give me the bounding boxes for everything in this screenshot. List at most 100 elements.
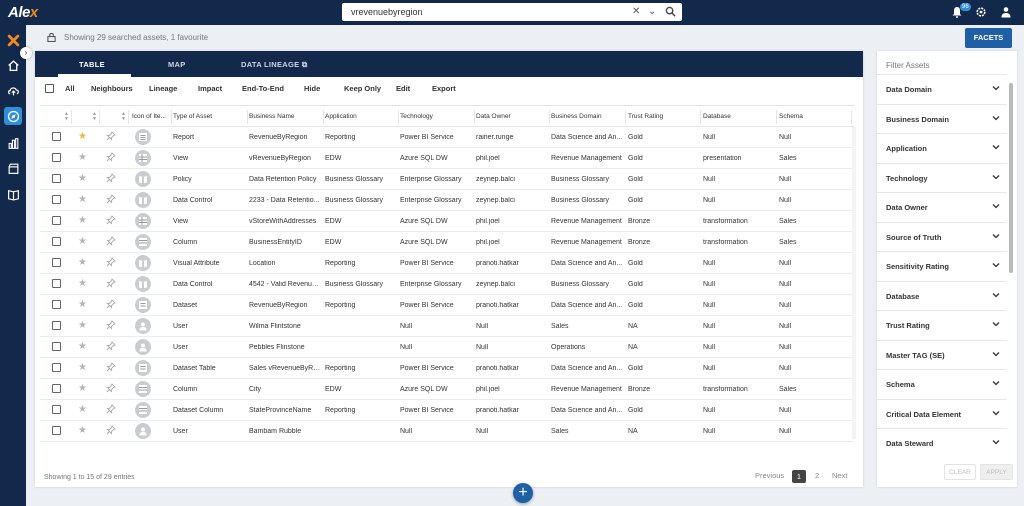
column-header-icon[interactable]: Icon of Ite... bbox=[132, 113, 166, 120]
tab-data-lineage[interactable]: DATA LINEAGE ⧉ bbox=[241, 60, 308, 70]
favourite-star-icon[interactable]: ★ bbox=[78, 256, 87, 269]
pin-icon[interactable] bbox=[106, 425, 116, 435]
tab-table[interactable]: TABLE bbox=[79, 60, 105, 69]
action-end-to-end[interactable]: End-To-End bbox=[242, 84, 284, 93]
column-header-data-owner[interactable]: Data Owner bbox=[476, 113, 511, 120]
chevron-down-icon[interactable] bbox=[992, 350, 1000, 358]
row-checkbox[interactable] bbox=[52, 300, 61, 309]
cell-business-name[interactable]: City bbox=[249, 386, 321, 393]
chevron-down-icon[interactable] bbox=[992, 438, 1000, 446]
filter-item[interactable]: Trust Rating bbox=[877, 310, 1007, 340]
cell-business-name[interactable]: vRevenueByRegion bbox=[249, 155, 321, 162]
page-2-button[interactable]: 2 bbox=[815, 471, 819, 480]
chevron-down-icon[interactable] bbox=[992, 173, 1000, 181]
action-impact[interactable]: Impact bbox=[198, 84, 222, 93]
app-logo[interactable]: Alex bbox=[8, 4, 38, 21]
action-neighbours[interactable]: Neighbours bbox=[91, 84, 133, 93]
row-checkbox[interactable] bbox=[52, 258, 61, 267]
select-all-checkbox[interactable] bbox=[45, 84, 54, 93]
column-header-business-domain[interactable]: Business Domain bbox=[551, 113, 602, 120]
row-checkbox[interactable] bbox=[52, 216, 61, 225]
filter-item[interactable]: Technology bbox=[877, 162, 1007, 193]
filter-item[interactable]: Data Steward bbox=[877, 428, 1007, 458]
column-header-type[interactable]: Type of Asset bbox=[173, 113, 212, 120]
row-checkbox[interactable] bbox=[52, 279, 61, 288]
cell-business-name[interactable]: vStoreWithAddresses bbox=[249, 218, 321, 225]
filter-item[interactable]: Application bbox=[877, 133, 1007, 163]
search-box[interactable]: vrevenuebyregion ✕ ⌄ bbox=[342, 3, 682, 21]
column-header-technology[interactable]: Technology bbox=[400, 113, 433, 120]
pin-icon[interactable] bbox=[106, 257, 116, 267]
filter-item[interactable]: Data Domain bbox=[877, 74, 1007, 104]
action-edit[interactable]: Edit bbox=[396, 84, 410, 93]
filter-item[interactable]: Master TAG (SE) bbox=[877, 339, 1007, 370]
facets-button[interactable]: FACETS bbox=[965, 28, 1012, 48]
favourite-star-icon[interactable]: ★ bbox=[78, 319, 87, 332]
table-scrollbar[interactable] bbox=[852, 127, 856, 439]
pin-icon[interactable] bbox=[106, 152, 116, 162]
row-checkbox[interactable] bbox=[52, 174, 61, 183]
gear-icon[interactable] bbox=[975, 6, 987, 18]
filter-item[interactable]: Data Owner bbox=[877, 192, 1007, 222]
filter-item[interactable]: Critical Data Element bbox=[877, 398, 1007, 429]
sort-icon[interactable]: ▲ ▼ bbox=[64, 112, 69, 122]
action-hide[interactable]: Hide bbox=[304, 84, 320, 93]
favourite-star-icon[interactable]: ★ bbox=[78, 172, 87, 185]
page-1-button[interactable]: 1 bbox=[792, 470, 806, 483]
table-row[interactable]: ★ Dataset RevenueByRegion Reporting Power BI… bbox=[40, 295, 854, 316]
action-keep-only[interactable]: Keep Only bbox=[344, 84, 381, 93]
cell-business-name[interactable]: Data Retention Policy bbox=[249, 176, 321, 183]
sort-icon[interactable]: ▲ ▼ bbox=[121, 112, 126, 122]
table-row[interactable]: ★ View vStoreWithAddresses EDW Azure SQL DW p… bbox=[40, 211, 854, 232]
pin-icon[interactable] bbox=[106, 236, 116, 246]
tab-map[interactable]: MAP bbox=[168, 60, 186, 69]
search-input[interactable]: vrevenuebyregion bbox=[351, 7, 423, 17]
favourite-star-icon[interactable]: ★ bbox=[78, 214, 87, 227]
filter-item[interactable]: Business Domain bbox=[877, 103, 1007, 134]
pin-icon[interactable] bbox=[106, 320, 116, 330]
pin-icon[interactable] bbox=[106, 278, 116, 288]
collapse-nav-button[interactable]: › bbox=[20, 47, 32, 59]
table-row[interactable]: ★ Dataset Table Sales vRevenueByRe... Repor… bbox=[40, 358, 854, 379]
clapperboard-icon[interactable] bbox=[4, 159, 22, 177]
row-checkbox[interactable] bbox=[52, 132, 61, 141]
sort-icon[interactable]: ▲ ▼ bbox=[92, 112, 97, 122]
favourite-star-icon[interactable]: ★ bbox=[78, 361, 87, 374]
pin-icon[interactable] bbox=[106, 299, 116, 309]
column-header-schema[interactable]: Schema bbox=[779, 113, 803, 120]
cell-business-name[interactable]: Pebbles Flinstone bbox=[249, 344, 321, 351]
cell-business-name[interactable]: RevenueByRegion bbox=[249, 134, 321, 141]
action-lineage[interactable]: Lineage bbox=[149, 84, 177, 93]
table-row[interactable]: ★ User Wilma Flintstone Null Null Sales NA Null… bbox=[40, 316, 854, 337]
chevron-down-icon[interactable] bbox=[992, 143, 1000, 151]
chevron-down-icon[interactable] bbox=[992, 409, 1000, 417]
pin-icon[interactable] bbox=[106, 173, 116, 183]
action-export[interactable]: Export bbox=[432, 84, 456, 93]
favourite-star-icon[interactable]: ★ bbox=[78, 424, 87, 437]
filter-item[interactable]: Sensitivity Rating bbox=[877, 251, 1007, 281]
row-checkbox[interactable] bbox=[52, 237, 61, 246]
table-row[interactable]: ★ User Pebbles Flinstone Null Null Operations… bbox=[40, 337, 854, 358]
row-checkbox[interactable] bbox=[52, 405, 61, 414]
favourite-star-icon[interactable]: ★ bbox=[78, 277, 87, 290]
chevron-down-icon[interactable] bbox=[992, 202, 1000, 210]
row-checkbox[interactable] bbox=[52, 426, 61, 435]
filter-item[interactable]: Source of Truth bbox=[877, 221, 1007, 252]
cell-business-name[interactable]: Bambam Rubble bbox=[249, 428, 321, 435]
apply-filters-button[interactable]: APPLY bbox=[980, 464, 1013, 480]
pin-icon[interactable] bbox=[106, 131, 116, 141]
pin-icon[interactable] bbox=[106, 404, 116, 414]
favourite-star-icon[interactable]: ★ bbox=[78, 340, 87, 353]
add-button[interactable]: + bbox=[513, 483, 533, 503]
favourite-star-icon[interactable]: ★ bbox=[78, 130, 87, 143]
chevron-down-icon[interactable] bbox=[992, 379, 1000, 387]
nav-home-logo-icon[interactable] bbox=[4, 31, 22, 49]
table-row[interactable]: ★ User Bambam Rubble Null Null Sales NA Null Nul… bbox=[40, 421, 854, 442]
clear-filters-button[interactable]: CLEAR bbox=[944, 464, 976, 480]
table-row[interactable]: ★ Column City EDW Azure SQL DW phil.joel Reven… bbox=[40, 379, 854, 400]
pin-icon[interactable] bbox=[106, 215, 116, 225]
table-row[interactable]: ★ Policy Data Retention Policy Business Glo… bbox=[40, 169, 854, 190]
favourite-star-icon[interactable]: ★ bbox=[78, 193, 87, 206]
book-icon[interactable] bbox=[4, 185, 22, 203]
chevron-down-icon[interactable] bbox=[992, 291, 1000, 299]
